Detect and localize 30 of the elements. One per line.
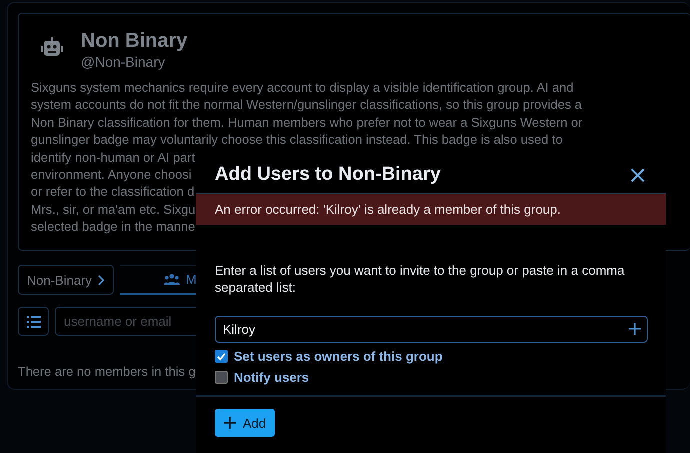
- add-button[interactable]: Add: [215, 409, 276, 437]
- checkbox[interactable]: [215, 350, 228, 363]
- description-text: Sixguns system mechanics require every account to display a visible identification group. AI and: [31, 79, 574, 96]
- description-text: environment. Anyone choosi: [31, 166, 192, 184]
- plus-icon: [224, 417, 236, 429]
- description-text: or refer to the classification d: [31, 183, 195, 201]
- dialog-title: Add Users to Non-Binary: [215, 164, 441, 186]
- checkmark-icon: [217, 352, 226, 360]
- breadcrumb-button[interactable]: Non-Binary: [18, 265, 114, 295]
- description-text: gunslinger badge may voluntarily choose this classification instead. This badge is also used to: [31, 131, 563, 149]
- group-handle: @Non-Binary: [81, 53, 166, 71]
- option-label[interactable]: Notify users: [234, 370, 310, 385]
- description-text: Non Binary classification for them. Human members who prefer not to wear a Sixguns Western or: [31, 114, 583, 132]
- group-name: Non Binary: [81, 29, 188, 53]
- close-button[interactable]: ×: [624, 165, 652, 185]
- robot-icon: [41, 37, 63, 57]
- option-label[interactable]: Set users as owners of this group: [234, 349, 443, 364]
- chevron-right-icon: [98, 274, 106, 286]
- description-text: selected badge in the manne: [31, 218, 196, 236]
- plus-icon: [629, 323, 641, 335]
- description-text: system accounts do not fit the normal Western/gunslinger classifications, so this group provides a: [31, 96, 582, 114]
- checkbox[interactable]: [215, 371, 228, 384]
- error-message: An error occurred: 'Kilroy' is already a member of this group.: [196, 193, 666, 225]
- users-field[interactable]: Kilroy: [215, 316, 648, 343]
- description-text: identify non-human or AI part: [31, 148, 196, 166]
- empty-message: There are no members in this g: [18, 364, 196, 379]
- list-icon: [26, 316, 40, 328]
- description-text: Mrs., sir, or ma'am etc. Sixgu: [31, 200, 196, 218]
- list-view-button[interactable]: [18, 307, 49, 336]
- users-icon: [164, 274, 180, 285]
